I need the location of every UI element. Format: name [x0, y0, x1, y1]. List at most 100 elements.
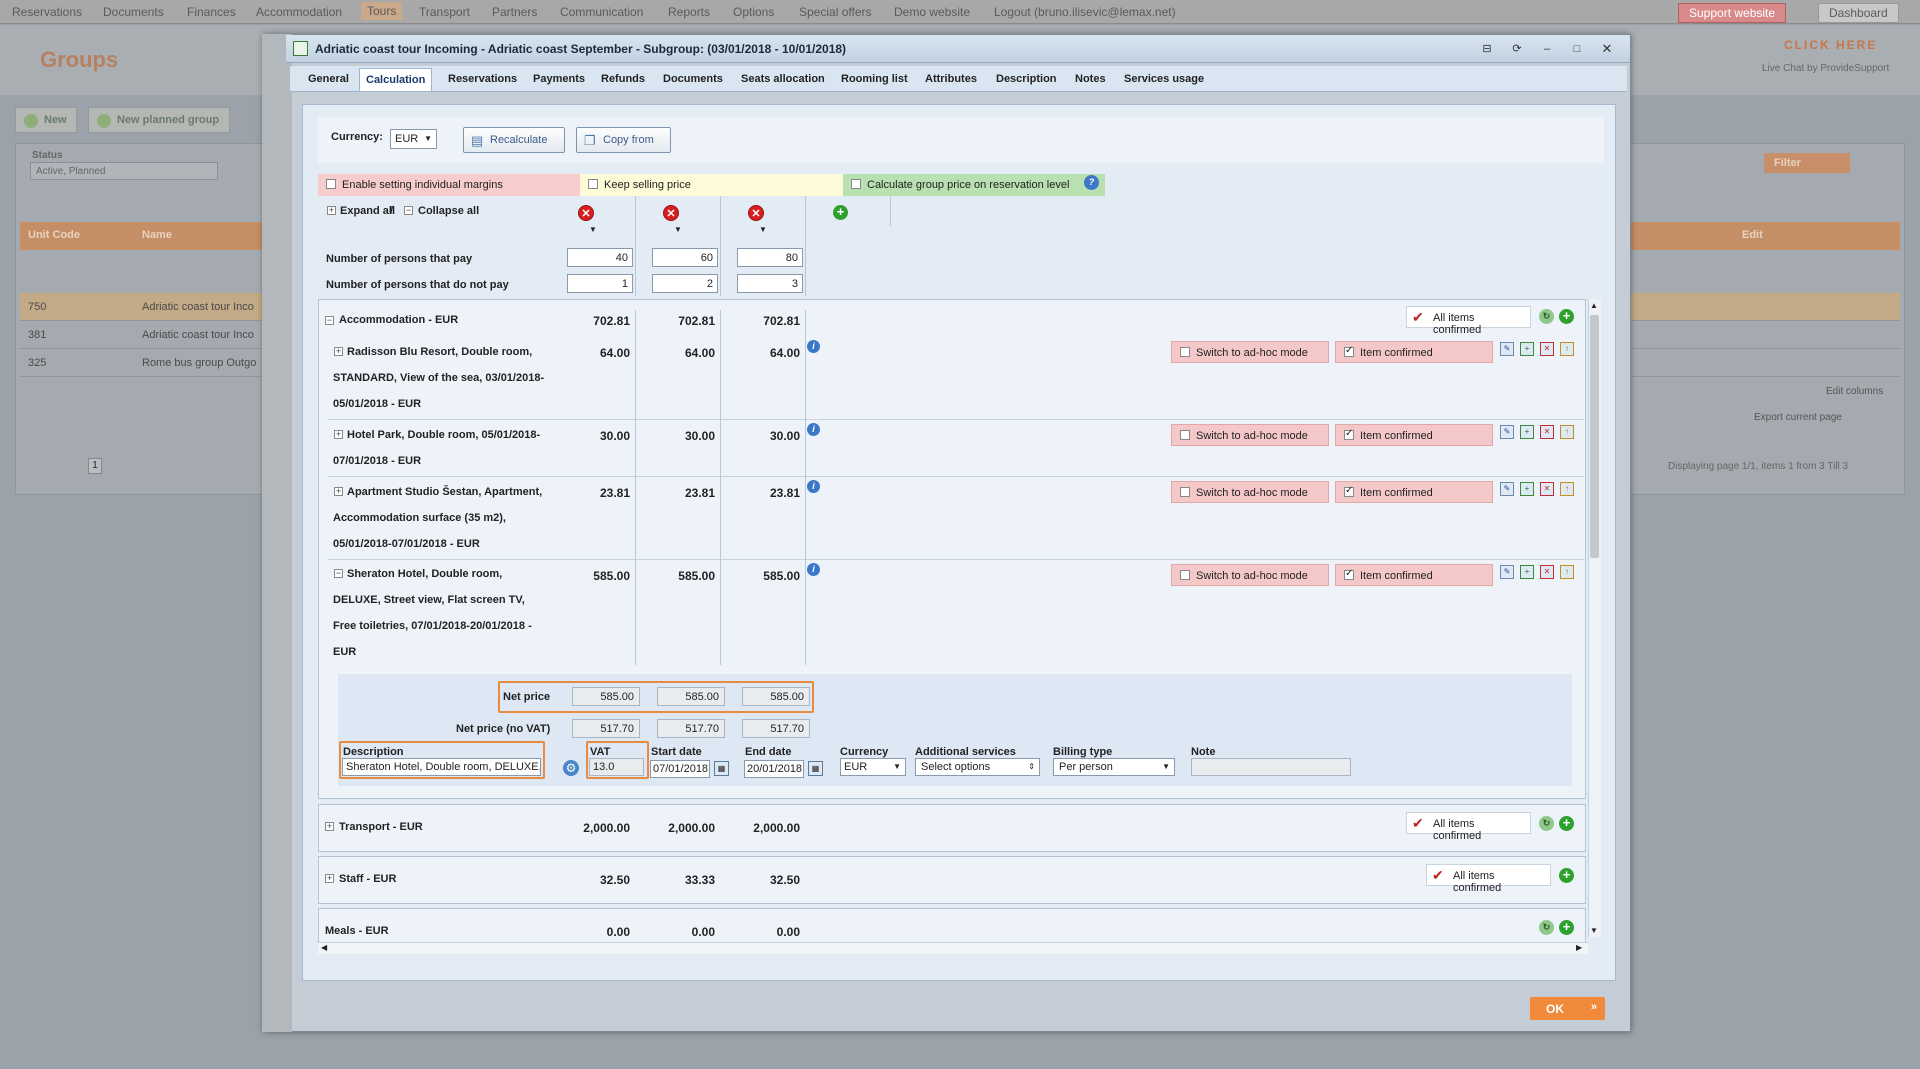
delete-icon[interactable]: ✕	[1540, 482, 1554, 496]
support-website-button[interactable]: Support website	[1678, 3, 1787, 23]
persons-pay-input-3[interactable]: 80	[737, 248, 803, 267]
chevron-down-icon[interactable]: ▼	[674, 225, 682, 234]
col-name[interactable]: Name	[142, 229, 172, 241]
add-icon[interactable]: +	[1520, 425, 1534, 439]
scroll-down-icon[interactable]: ▼	[1590, 926, 1598, 935]
help-icon[interactable]: ?	[1084, 175, 1099, 190]
maximize-icon[interactable]: □	[1570, 42, 1584, 56]
nav-demo-website[interactable]: Demo website	[894, 5, 970, 19]
add-column-icon[interactable]: +	[833, 205, 848, 220]
delete-icon[interactable]: ✕	[1540, 342, 1554, 356]
switch-adhoc-option[interactable]: Switch to ad-hoc mode	[1171, 564, 1329, 586]
ok-button[interactable]: OK »	[1530, 997, 1605, 1020]
switch-adhoc-option[interactable]: Switch to ad-hoc mode	[1171, 481, 1329, 503]
item-confirmed-checkbox[interactable]	[1344, 568, 1354, 580]
item-confirmed-option[interactable]: Item confirmed	[1335, 481, 1493, 503]
move-icon[interactable]: ↑	[1560, 482, 1574, 496]
scroll-left-icon[interactable]: ◀	[321, 943, 327, 952]
refresh-icon[interactable]: ↻	[1539, 816, 1554, 831]
collapse-all-link[interactable]: Collapse all	[418, 205, 479, 217]
item-confirmed-checkbox[interactable]	[1344, 428, 1354, 440]
nav-transport[interactable]: Transport	[419, 5, 470, 19]
persons-pay-input-1[interactable]: 40	[567, 248, 633, 267]
persons-not-pay-input-2[interactable]: 2	[652, 274, 718, 293]
expand-icon[interactable]: +	[334, 347, 343, 356]
col-unit-code[interactable]: Unit Code	[28, 229, 80, 241]
scrollbar-thumb[interactable]	[1590, 315, 1599, 558]
horizontal-scrollbar[interactable]	[318, 942, 1588, 954]
info-icon[interactable]: i	[807, 480, 820, 493]
keep-selling-checkbox[interactable]	[588, 179, 598, 189]
new-planned-group-button[interactable]: New planned group	[88, 107, 230, 133]
item-confirmed-checkbox[interactable]	[1344, 485, 1354, 497]
remove-column-3-icon[interactable]: ✕	[748, 205, 764, 221]
start-date-input[interactable]: 07/01/2018	[650, 760, 710, 778]
delete-icon[interactable]: ✕	[1540, 565, 1554, 579]
move-icon[interactable]: ↑	[1560, 565, 1574, 579]
info-icon[interactable]: i	[807, 563, 820, 576]
persons-not-pay-input-1[interactable]: 1	[567, 274, 633, 293]
net-novat-2[interactable]: 517.70	[657, 719, 725, 738]
tab-calculation[interactable]: Calculation	[359, 68, 433, 91]
enable-margins-option[interactable]: Enable setting individual margins	[318, 174, 580, 196]
calendar-icon[interactable]: ▦	[808, 761, 823, 776]
remove-column-1-icon[interactable]: ✕	[578, 205, 594, 221]
nav-communication[interactable]: Communication	[560, 5, 643, 19]
chevron-down-icon[interactable]: ▼	[589, 225, 597, 234]
chevron-down-icon[interactable]: ▼	[759, 225, 767, 234]
expand-icon[interactable]: +	[334, 487, 343, 496]
tab-general[interactable]: General	[302, 68, 355, 91]
switch-adhoc-checkbox[interactable]	[1180, 487, 1190, 497]
collapse-icon[interactable]: −	[404, 206, 413, 215]
switch-adhoc-option[interactable]: Switch to ad-hoc mode	[1171, 341, 1329, 363]
persons-pay-input-2[interactable]: 60	[652, 248, 718, 267]
nav-reservations[interactable]: Reservations	[12, 5, 82, 19]
copy-from-button[interactable]: ❐ Copy from	[576, 127, 671, 153]
recalculate-button[interactable]: ▤ Recalculate	[463, 127, 565, 153]
status-select[interactable]: Active, Planned	[30, 162, 218, 180]
refresh-icon[interactable]: ⟳	[1510, 42, 1524, 56]
refresh-icon[interactable]: ↻	[1539, 309, 1554, 324]
close-icon[interactable]: ✕	[1600, 42, 1614, 56]
add-item-icon[interactable]: +	[1559, 868, 1574, 883]
all-items-confirmed-button[interactable]: ✔ All items confirmed	[1426, 864, 1551, 894]
expand-all-link[interactable]: Expand all	[340, 205, 395, 217]
refresh-icon[interactable]: ↻	[1539, 920, 1554, 935]
page-number[interactable]: 1	[88, 458, 102, 474]
filter-button[interactable]: Filter	[1764, 153, 1850, 173]
info-icon[interactable]: i	[807, 340, 820, 353]
item-confirmed-checkbox[interactable]	[1344, 345, 1354, 357]
additional-services-select[interactable]: Select options ⇕	[915, 758, 1040, 776]
tab-seats-allocation[interactable]: Seats allocation	[735, 68, 831, 91]
tab-description[interactable]: Description	[990, 68, 1063, 91]
switch-adhoc-option[interactable]: Switch to ad-hoc mode	[1171, 424, 1329, 446]
detail-currency-select[interactable]: EUR ▼	[840, 758, 906, 776]
edit-icon[interactable]: ✎	[1500, 342, 1514, 356]
edit-icon[interactable]: ✎	[1500, 565, 1514, 579]
collapse-icon[interactable]: −	[334, 569, 343, 578]
move-icon[interactable]: ↑	[1560, 342, 1574, 356]
net-novat-3[interactable]: 517.70	[742, 719, 810, 738]
expand-icon[interactable]: +	[325, 874, 334, 883]
switch-adhoc-checkbox[interactable]	[1180, 430, 1190, 440]
add-icon[interactable]: +	[1520, 565, 1534, 579]
billing-type-select[interactable]: Per person ▼	[1053, 758, 1175, 776]
calc-group-option[interactable]: Calculate group price on reservation lev…	[843, 174, 1105, 196]
collapse-icon[interactable]: −	[325, 316, 334, 325]
item-confirmed-option[interactable]: Item confirmed	[1335, 424, 1493, 446]
nav-logout[interactable]: Logout (bruno.ilisevic@lemax.net)	[994, 5, 1176, 19]
enable-margins-checkbox[interactable]	[326, 179, 336, 189]
switch-adhoc-checkbox[interactable]	[1180, 570, 1190, 580]
expand-icon[interactable]: +	[325, 822, 334, 831]
nav-partners[interactable]: Partners	[492, 5, 537, 19]
edit-icon[interactable]: ✎	[1500, 482, 1514, 496]
tab-rooming-list[interactable]: Rooming list	[835, 68, 914, 91]
nav-documents[interactable]: Documents	[103, 5, 164, 19]
minimize-icon[interactable]: –	[1540, 42, 1554, 56]
tab-reservations[interactable]: Reservations	[442, 68, 523, 91]
expand-icon[interactable]: +	[327, 206, 336, 215]
nav-reports[interactable]: Reports	[668, 5, 710, 19]
info-icon[interactable]: i	[807, 423, 820, 436]
delete-icon[interactable]: ✕	[1540, 425, 1554, 439]
add-icon[interactable]: +	[1520, 342, 1534, 356]
